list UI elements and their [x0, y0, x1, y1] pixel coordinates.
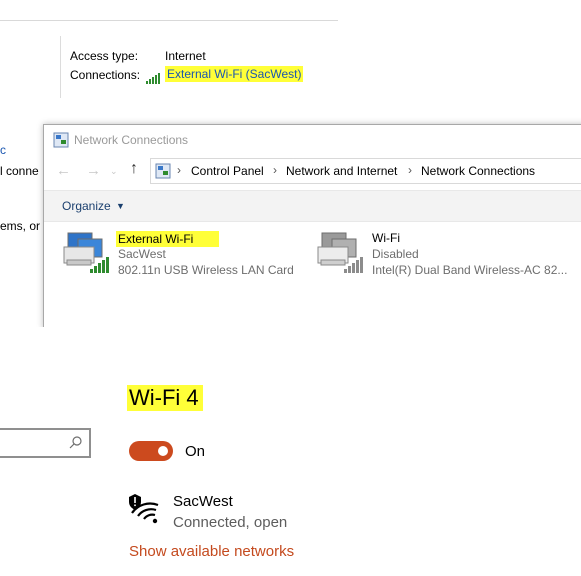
search-icon — [69, 436, 82, 449]
divider — [60, 36, 61, 98]
window-title: Network Connections — [74, 133, 189, 147]
adapter-device: Intel(R) Dual Band Wireless-AC 82... — [372, 263, 568, 277]
adapter-name: Wi-Fi — [372, 231, 400, 245]
breadcrumb[interactable]: › Control Panel › Network and Internet ›… — [150, 158, 581, 184]
wifi-shield-icon[interactable] — [128, 491, 162, 525]
title-bar[interactable]: Network Connections — [44, 125, 581, 155]
address-bar: ← → ⌄ ↑ › Control Panel › Network and In… — [44, 158, 581, 184]
network-adapter-icon — [63, 232, 109, 273]
signal-bars-icon — [146, 70, 160, 88]
adapter-network: SacWest — [118, 247, 166, 261]
search-input[interactable] — [0, 428, 91, 458]
organize-button[interactable]: Organize — [62, 199, 111, 213]
toggle-knob — [158, 446, 168, 456]
network-status: Connected, open — [173, 514, 288, 531]
access-type-value: Internet — [165, 49, 206, 63]
network-adapter-disabled-icon — [317, 232, 363, 273]
wifi-toggle[interactable] — [129, 441, 173, 461]
network-name[interactable]: SacWest — [173, 493, 233, 510]
chevron-right-icon[interactable]: › — [273, 163, 277, 177]
chevron-right-icon[interactable]: › — [408, 163, 412, 177]
network-connections-icon — [53, 132, 69, 148]
network-connections-window: Network Connections ← → ⌄ ↑ › Control Pa… — [43, 124, 581, 329]
forward-arrow-icon[interactable]: → — [86, 162, 101, 179]
toggle-state-label: On — [185, 443, 206, 460]
chevron-right-icon[interactable]: › — [177, 163, 181, 177]
back-arrow-icon[interactable]: ← — [56, 162, 71, 179]
control-panel-icon — [155, 163, 171, 179]
command-bar: Organize ▼ — [44, 190, 581, 222]
breadcrumb-network-and-internet[interactable]: Network and Internet — [286, 164, 397, 178]
breadcrumb-control-panel[interactable]: Control Panel — [191, 164, 264, 178]
chevron-down-icon[interactable]: ▼ — [116, 201, 125, 211]
adapter-device: 802.11n USB Wireless LAN Card — [118, 263, 294, 277]
adapter-name: External Wi-Fi — [116, 231, 220, 247]
divider — [0, 20, 338, 21]
recent-chevron-down-icon[interactable]: ⌄ — [110, 166, 118, 177]
show-available-networks-link[interactable]: Show available networks — [129, 543, 294, 560]
truncated-link[interactable]: c — [0, 143, 6, 157]
connection-link[interactable]: External Wi-Fi (SacWest) — [165, 66, 304, 82]
truncated-text: l conne — [0, 164, 39, 178]
up-arrow-icon[interactable]: ↑ — [130, 160, 138, 178]
page-title: Wi-Fi 4 — [127, 385, 203, 411]
connections-label: Connections: — [70, 68, 141, 82]
breadcrumb-network-connections[interactable]: Network Connections — [421, 164, 535, 178]
adapter-wifi[interactable]: Wi-Fi Disabled Intel(R) Dual Band Wirele… — [316, 225, 576, 277]
adapter-external-wifi[interactable]: External Wi-Fi SacWest 802.11n USB Wirel… — [62, 225, 322, 277]
adapter-network: Disabled — [372, 247, 419, 261]
access-type-label: Access type: — [70, 49, 139, 63]
